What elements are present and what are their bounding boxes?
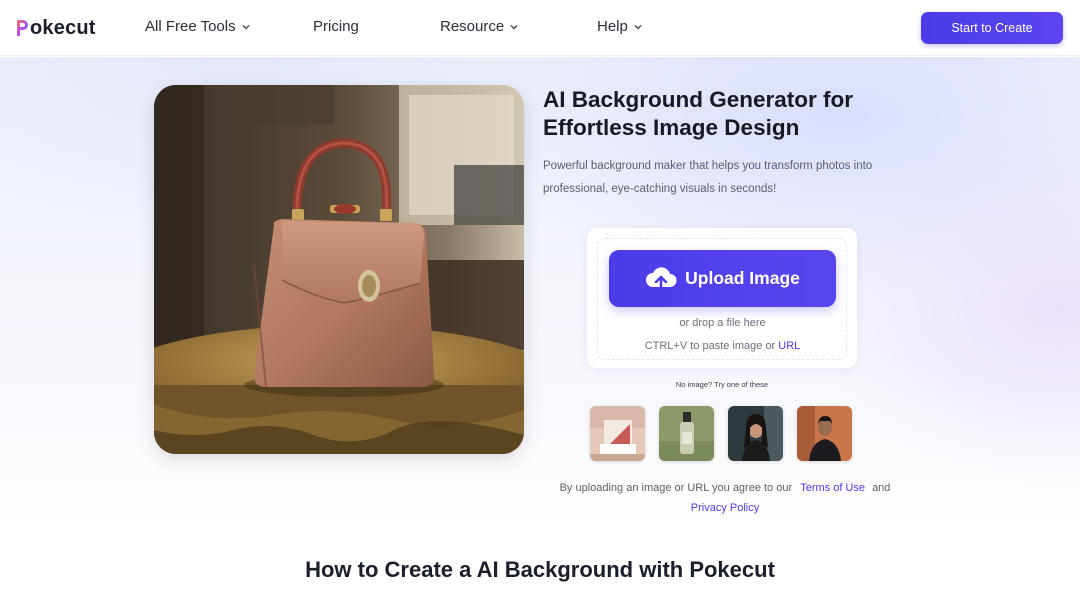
pokecut-logo[interactable]: okecut [15, 15, 96, 41]
paste-hint-text: CTRL+V to paste image or [644, 340, 776, 352]
nav-all-free-tools[interactable]: All Free Tools [145, 18, 250, 35]
sample-image-man[interactable] [797, 406, 852, 461]
terms-of-use-link[interactable]: Terms of Use [800, 482, 865, 494]
drop-file-hint: or drop a file here [679, 317, 766, 329]
nav-help[interactable]: Help [597, 18, 642, 35]
page-subtitle: Powerful background maker that helps you… [543, 160, 873, 195]
sample-images-hint: No image? Try one of these [675, 380, 769, 389]
top-navbar: okecut All Free Tools Pricing Resource H… [0, 0, 1080, 56]
logo-p-icon [15, 18, 29, 38]
privacy-policy-link[interactable]: Privacy Policy [691, 502, 759, 514]
chevron-down-icon [510, 24, 518, 29]
sample-image-bottle[interactable] [659, 406, 714, 461]
start-to-create-button[interactable]: Start to Create [921, 12, 1063, 44]
logo-text: okecut [30, 16, 96, 39]
howto-section-title: How to Create a AI Background with Pokec… [305, 557, 775, 582]
url-link[interactable]: URL [778, 340, 800, 352]
sample-image-room[interactable] [590, 406, 645, 461]
paste-hint: CTRL+V to paste image or URL [609, 340, 836, 352]
page-title: AI Background Generator for Effortless I… [543, 87, 854, 140]
chevron-down-icon [242, 24, 250, 29]
nav-label: Help [597, 18, 628, 35]
nav-label: Resource [440, 18, 505, 35]
terms-and: and [872, 482, 891, 494]
nav-label: All Free Tools [145, 18, 236, 35]
upload-image-button[interactable]: Upload Image [609, 250, 836, 307]
sample-image-woman[interactable] [728, 406, 783, 461]
nav-label: Pricing [313, 18, 359, 35]
chevron-down-icon [634, 24, 642, 29]
terms-prefix: By uploading an image or URL you agree t… [559, 482, 793, 494]
nav-resource[interactable]: Resource [440, 18, 518, 35]
hero-handbag-image [154, 85, 524, 454]
upload-image-label: Upload Image [685, 268, 800, 288]
terms-notice: By uploading an image or URL you agree t… [540, 478, 910, 518]
cloud-upload-icon [646, 266, 677, 292]
nav-pricing[interactable]: Pricing [313, 18, 359, 35]
